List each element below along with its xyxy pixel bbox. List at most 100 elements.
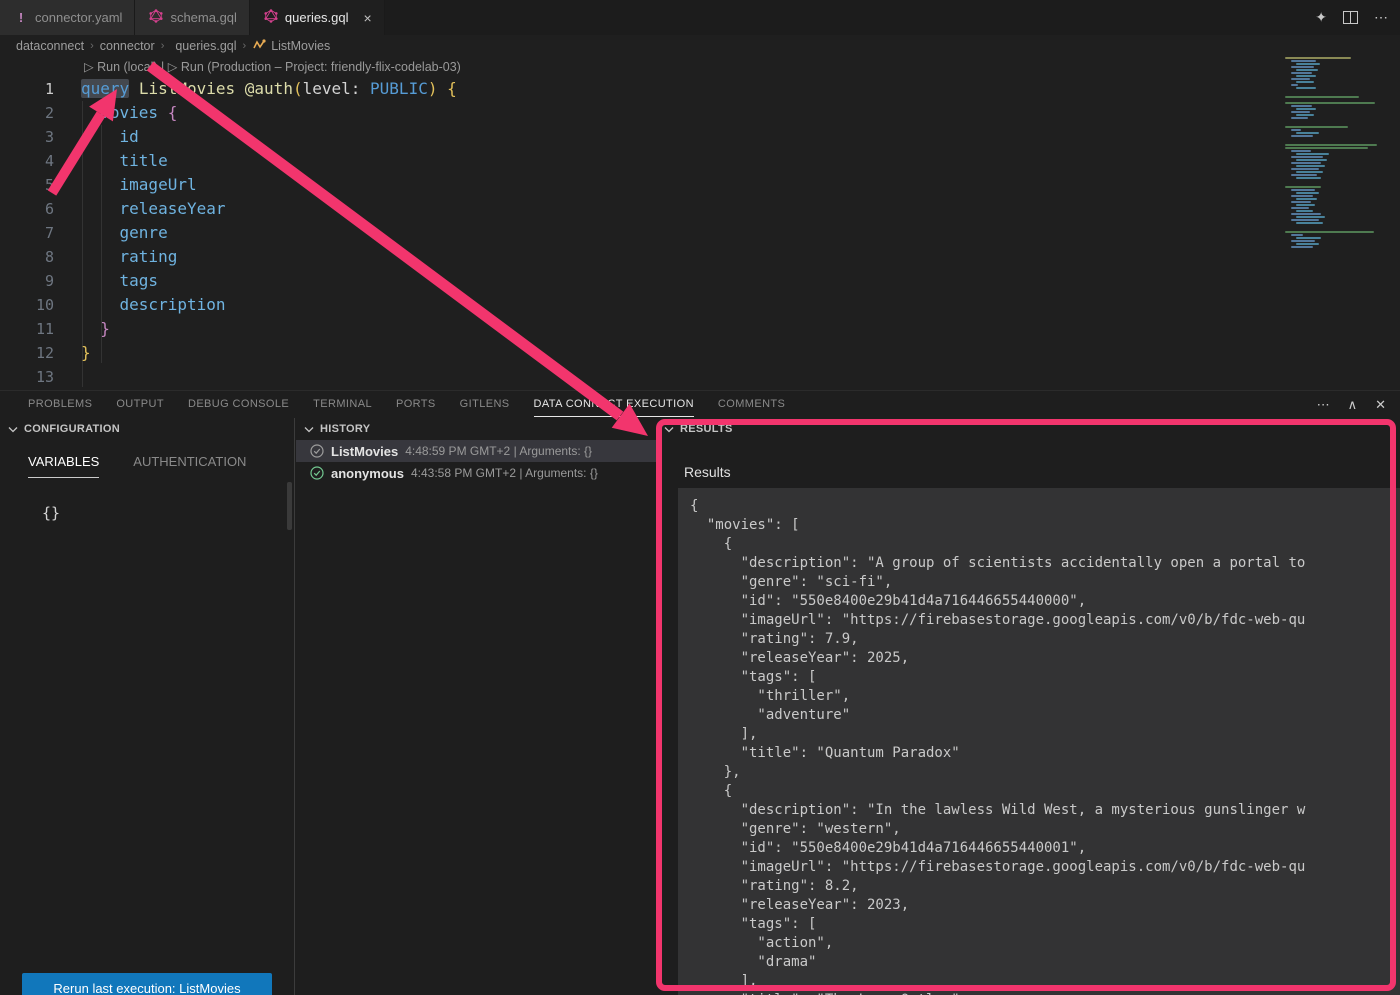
code-line-9: 9 tags xyxy=(0,269,1283,293)
panel-tab-data-connect-execution[interactable]: DATA CONNECT EXECUTION xyxy=(534,392,694,417)
more-actions-icon[interactable]: ⋯ xyxy=(1374,9,1388,26)
line-content: id xyxy=(81,125,139,149)
panel-close-icon[interactable]: ✕ xyxy=(1375,397,1386,413)
tab-label: connector.yaml xyxy=(35,10,122,25)
line-number: 12 xyxy=(0,341,54,365)
minimap-line xyxy=(1285,231,1374,233)
minimap-line xyxy=(1296,177,1321,179)
chevron-down-icon xyxy=(664,426,674,433)
results-json-text: { "movies": [ { "description": "A group … xyxy=(678,488,1400,995)
breadcrumb-item-ListMovies[interactable]: ListMovies xyxy=(252,38,330,55)
run-local-link[interactable]: ▷ Run (local) xyxy=(84,60,158,74)
breadcrumb-item-queries-gql[interactable]: queries.gql xyxy=(170,39,236,53)
tab-connector-yaml[interactable]: !connector.yaml xyxy=(0,0,135,35)
history-header[interactable]: HISTORY xyxy=(296,418,656,440)
tab-queries-gql[interactable]: queries.gql × xyxy=(250,0,385,35)
minimap-line xyxy=(1285,144,1377,146)
results-section: RESULTS Results { "movies": [ { "descrip… xyxy=(656,418,1400,995)
panel-tab-terminal[interactable]: TERMINAL xyxy=(313,392,372,417)
configuration-header[interactable]: CONFIGURATION xyxy=(0,418,294,440)
chevron-down-icon xyxy=(8,426,18,433)
breadcrumb-label: ListMovies xyxy=(271,39,330,53)
variables-json-value[interactable]: {} xyxy=(42,504,294,522)
minimap-line xyxy=(1283,141,1400,143)
code-token: } xyxy=(100,319,110,338)
code-editor[interactable]: ▷ Run (local) | ▷ Run (Production – Proj… xyxy=(0,57,1400,390)
breadcrumb-item-connector[interactable]: connector xyxy=(100,39,155,53)
breadcrumb-label: queries.gql xyxy=(175,39,236,53)
panel-tab-gitlens[interactable]: GITLENS xyxy=(460,392,510,417)
code-lens-divider: | xyxy=(161,60,168,74)
code-line-11: 11 } xyxy=(0,317,1283,341)
configuration-section: CONFIGURATION VARIABLES AUTHENTICATION {} xyxy=(0,418,295,995)
tab-label: queries.gql xyxy=(285,10,349,25)
vscode-window: !connector.yamlschema.gqlqueries.gql× ✦ … xyxy=(0,0,1400,995)
breadcrumb-item-dataconnect[interactable]: dataconnect xyxy=(16,39,84,53)
line-number: 9 xyxy=(0,269,54,293)
minimap-line xyxy=(1296,192,1319,194)
line-number: 13 xyxy=(0,365,54,389)
tab-schema-gql[interactable]: schema.gql xyxy=(135,0,249,35)
code-token xyxy=(129,79,139,98)
panel-more-icon[interactable]: ⋯ xyxy=(1317,397,1330,413)
code-token xyxy=(81,295,120,314)
minimap-line xyxy=(1291,201,1311,203)
code-token xyxy=(81,175,120,194)
breadcrumb: dataconnect›connector›queries.gql›ListMo… xyxy=(0,35,1400,57)
code-lens: ▷ Run (local) | ▷ Run (Production – Proj… xyxy=(84,59,461,74)
panel-tab-debug-console[interactable]: DEBUG CONSOLE xyxy=(188,392,289,417)
minimap-line xyxy=(1283,90,1400,92)
close-icon[interactable]: × xyxy=(364,11,372,25)
panel-tab-comments[interactable]: COMMENTS xyxy=(718,392,785,417)
history-entry-name: anonymous xyxy=(331,466,404,481)
code-token: imageUrl xyxy=(120,175,197,194)
code-token: description xyxy=(120,295,226,314)
minimap-line xyxy=(1283,225,1400,227)
scrollbar-thumb[interactable] xyxy=(287,482,292,530)
line-content: query ListMovies @auth(level: PUBLIC) { xyxy=(81,77,457,101)
breadcrumb-separator: › xyxy=(90,40,94,52)
minimap-line xyxy=(1291,240,1315,242)
panel-maximize-icon[interactable]: ∧ xyxy=(1348,397,1358,413)
results-label: Results xyxy=(684,464,1400,480)
panel-tab-output[interactable]: OUTPUT xyxy=(116,392,164,417)
minimap[interactable] xyxy=(1283,57,1400,257)
code-line-12: 12} xyxy=(0,341,1283,365)
panel-tab-ports[interactable]: PORTS xyxy=(396,392,436,417)
symbol-query-icon xyxy=(252,38,266,55)
chevron-down-icon xyxy=(304,426,314,433)
code-line-3: 3 id xyxy=(0,125,1283,149)
line-number: 10 xyxy=(0,293,54,317)
code-line-10: 10 description xyxy=(0,293,1283,317)
history-entry-anonymous[interactable]: anonymous4:43:58 PM GMT+2 | Arguments: {… xyxy=(296,462,656,484)
minimap-line xyxy=(1296,87,1316,89)
code-token: } xyxy=(81,343,91,362)
sparkle-icon[interactable]: ✦ xyxy=(1315,9,1327,26)
line-number: 4 xyxy=(0,149,54,173)
history-entry-ListMovies[interactable]: ListMovies 4:48:59 PM GMT+2 | Arguments: … xyxy=(296,440,656,462)
history-entry-meta: 4:48:59 PM GMT+2 | Arguments: {} xyxy=(405,444,592,458)
minimap-line xyxy=(1291,135,1313,137)
code-token: { xyxy=(168,103,178,122)
history-entry-name: ListMovies xyxy=(331,444,398,459)
line-number: 8 xyxy=(0,245,54,269)
split-editor-icon[interactable] xyxy=(1343,11,1358,24)
minimap-line xyxy=(1296,216,1325,218)
code-token xyxy=(81,271,120,290)
line-content: rating xyxy=(81,245,177,269)
minimap-line xyxy=(1283,99,1400,101)
results-header[interactable]: RESULTS xyxy=(656,418,1400,440)
results-json-viewer[interactable]: { "movies": [ { "description": "A group … xyxy=(678,488,1400,995)
code-token: ListMovies xyxy=(139,79,235,98)
rerun-last-execution-button[interactable]: Rerun last execution: ListMovies xyxy=(22,973,272,995)
config-tab-authentication[interactable]: AUTHENTICATION xyxy=(133,454,246,478)
panel-tab-problems[interactable]: PROBLEMS xyxy=(28,392,92,417)
line-content: } xyxy=(81,317,110,341)
minimap-line xyxy=(1291,234,1303,236)
minimap-line xyxy=(1296,171,1323,173)
line-content: title xyxy=(81,149,168,173)
code-token: releaseYear xyxy=(120,199,226,218)
run-production-link[interactable]: ▷ Run (Production – Project: friendly-fl… xyxy=(168,60,461,74)
config-tab-variables[interactable]: VARIABLES xyxy=(28,454,99,478)
code-token xyxy=(81,223,120,242)
